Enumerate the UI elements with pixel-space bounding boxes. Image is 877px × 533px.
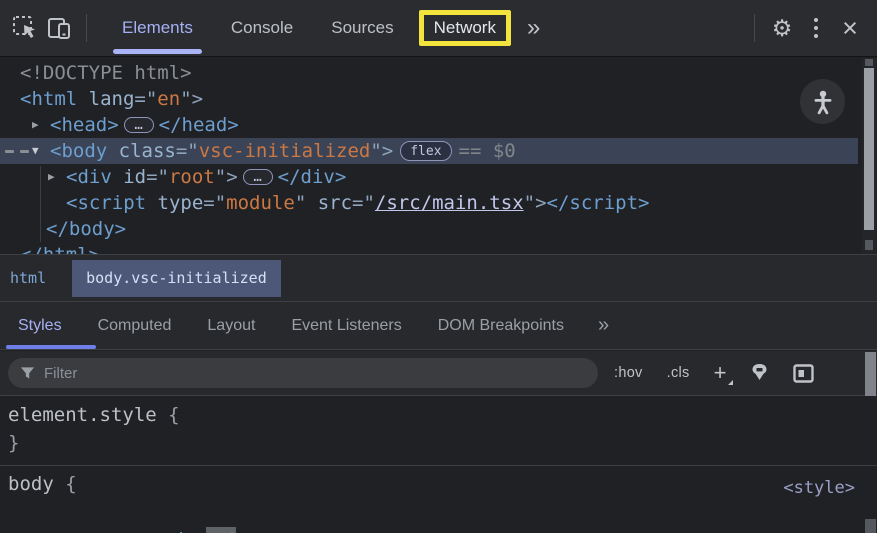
styles-filter-bar: :hov .cls + xyxy=(0,351,877,396)
dom-node-html-open[interactable]: <html lang =" en "> xyxy=(0,86,877,112)
scrollbar-thumb[interactable] xyxy=(864,68,874,230)
pseudo-state-toggle[interactable]: :hov xyxy=(614,365,643,381)
dom-node-body-close[interactable]: </body> xyxy=(0,216,877,242)
toolbar-divider xyxy=(86,14,87,42)
toggle-device-toolbar-icon[interactable] xyxy=(42,11,76,45)
rendering-emulation-icon[interactable] xyxy=(750,363,769,383)
tab-dom-breakpoints[interactable]: DOM Breakpoints xyxy=(424,302,586,349)
panel-tabs: Elements Console Sources Network » xyxy=(103,0,550,56)
tab-sources-label: Sources xyxy=(331,18,394,37)
styles-filter-field[interactable] xyxy=(8,358,598,388)
tab-computed[interactable]: Computed xyxy=(84,302,194,349)
tab-console[interactable]: Console xyxy=(212,0,312,56)
dom-node-doctype[interactable]: <!DOCTYPE html> xyxy=(0,60,877,86)
dom-node-head[interactable]: ▶ <head>… </head> xyxy=(0,112,877,138)
filter-input[interactable] xyxy=(44,364,544,382)
collapsed-content-ellipsis[interactable]: … xyxy=(242,169,273,185)
css-property-margin[interactable]: margin:▶0; xyxy=(8,498,877,533)
clipped-text-artifact xyxy=(206,527,236,533)
kebab-menu-icon[interactable] xyxy=(799,11,833,45)
dom-tree-scrollbar[interactable] xyxy=(862,58,876,254)
accessibility-person-button[interactable] xyxy=(800,79,845,124)
dollar-zero-marker: == $0 xyxy=(458,140,516,162)
tab-event-listeners[interactable]: Event Listeners xyxy=(277,302,423,349)
tab-network[interactable]: Network xyxy=(418,0,511,56)
toolbar-divider xyxy=(754,14,755,42)
styles-scrollbar-thumb[interactable] xyxy=(865,352,876,396)
close-devtools-icon[interactable]: × xyxy=(833,11,867,45)
inspect-element-icon[interactable] xyxy=(8,11,42,45)
styles-sidebar-tabs: Styles Computed Layout Event Listeners D… xyxy=(0,302,877,350)
breadcrumb-body-selected[interactable]: body.vsc-initialized xyxy=(72,259,281,297)
new-style-rule-button[interactable]: + xyxy=(714,362,734,385)
tab-elements-label: Elements xyxy=(122,18,193,37)
styles-toolbar-toggles: :hov .cls + xyxy=(614,362,815,385)
styles-scrollbar-cap xyxy=(865,519,876,533)
more-tabs-chevron-icon[interactable]: » xyxy=(586,314,609,337)
devtools-main-toolbar: Elements Console Sources Network » ⚙ × xyxy=(0,0,877,57)
dom-node-script[interactable]: <script type =" module " src ="/src/main.tsx… xyxy=(0,190,877,216)
tab-elements[interactable]: Elements xyxy=(103,0,212,56)
selector-element-style[interactable]: element.style xyxy=(8,404,157,426)
dom-node-html-close-clipped[interactable]: </html> xyxy=(0,242,877,254)
tab-styles[interactable]: Styles xyxy=(4,302,96,349)
dropdown-corner xyxy=(728,380,734,385)
style-origin-link[interactable]: <style> xyxy=(783,474,855,502)
scrollbar-bottom-cap xyxy=(865,240,873,250)
breadcrumb-html[interactable]: html xyxy=(0,269,56,287)
dom-node-body-selected[interactable]: ▼ <body class =" vsc-initialized "> flex == $0 xyxy=(0,138,858,164)
dom-node-div-root[interactable]: ▶ <div id =" root ">… </div> xyxy=(0,164,877,190)
person-icon xyxy=(814,90,831,114)
dom-breadcrumb-bar: html body.vsc-initialized xyxy=(0,254,877,302)
tab-layout[interactable]: Layout xyxy=(193,302,277,349)
gutter-marker xyxy=(5,150,29,153)
scrollbar-top-cap xyxy=(865,59,873,66)
collapse-arrow-icon[interactable]: ▼ xyxy=(32,138,50,164)
settings-gear-icon[interactable]: ⚙ xyxy=(765,11,799,45)
expand-arrow-icon[interactable]: ▶ xyxy=(32,112,50,138)
tab-sources[interactable]: Sources xyxy=(312,0,412,56)
filter-funnel-icon xyxy=(20,367,35,379)
script-src-link[interactable]: /src/main.tsx xyxy=(375,190,524,216)
computed-sidebar-toggle-icon[interactable] xyxy=(793,363,815,383)
devtools-window: Elements Console Sources Network » ⚙ × <… xyxy=(0,0,877,533)
more-tabs-chevron-icon[interactable]: » xyxy=(517,16,550,40)
active-tab-indicator xyxy=(6,345,96,349)
element-classes-toggle[interactable]: .cls xyxy=(667,365,690,381)
styles-rules-pane: element.style { } <style> body { margin:… xyxy=(0,397,877,533)
expand-arrow-icon[interactable]: ▶ xyxy=(48,164,66,190)
tab-console-label: Console xyxy=(230,18,294,37)
toolbar-right-actions: ⚙ × xyxy=(744,0,877,56)
rule-element-style: element.style { } xyxy=(8,404,180,454)
selector-body[interactable]: body xyxy=(8,473,54,495)
elements-dom-tree: <!DOCTYPE html> <html lang =" en "> ▶ <head>… xyxy=(0,58,877,254)
tab-network-label: Network xyxy=(433,18,496,37)
annotation-highlight-box: Network xyxy=(418,10,511,46)
flex-badge[interactable]: flex xyxy=(400,141,452,161)
collapsed-content-ellipsis[interactable]: … xyxy=(123,117,154,133)
rule-body: <style> body { margin:▶0; xyxy=(0,465,877,533)
active-tab-indicator xyxy=(113,49,202,54)
property-name[interactable]: margin xyxy=(130,529,199,533)
